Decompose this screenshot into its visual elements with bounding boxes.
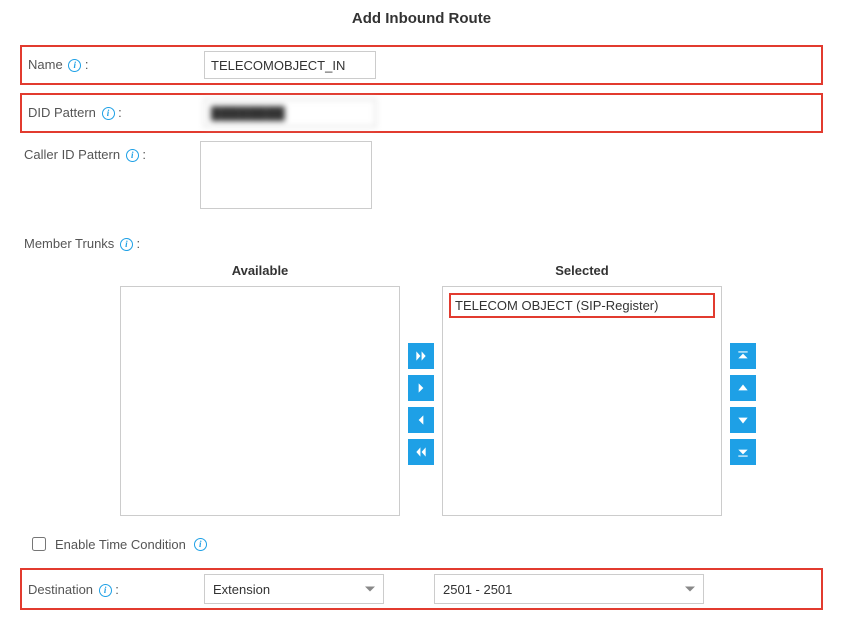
name-input[interactable] bbox=[204, 51, 376, 79]
move-top-button[interactable] bbox=[730, 343, 756, 369]
move-all-right-button[interactable] bbox=[408, 343, 434, 369]
info-icon[interactable] bbox=[99, 584, 112, 597]
time-condition-checkbox[interactable] bbox=[32, 537, 46, 551]
move-right-button[interactable] bbox=[408, 375, 434, 401]
destination-target-select[interactable]: 2501 - 2501 bbox=[434, 574, 704, 604]
selected-list[interactable]: TELECOM OBJECT (SIP-Register) bbox=[442, 286, 722, 516]
info-icon[interactable] bbox=[120, 238, 133, 251]
page-title: Add Inbound Route bbox=[20, 10, 823, 27]
move-left-button[interactable] bbox=[408, 407, 434, 433]
destination-row: Destination : Extension 2501 - 2501 bbox=[20, 568, 823, 610]
did-input[interactable] bbox=[204, 99, 376, 127]
time-condition-label: Enable Time Condition bbox=[55, 537, 186, 552]
trunks-label-row: Member Trunks : bbox=[20, 230, 823, 251]
move-up-button[interactable] bbox=[730, 375, 756, 401]
info-icon[interactable] bbox=[126, 149, 139, 162]
cid-row: Caller ID Pattern : bbox=[20, 141, 823, 212]
did-label: DID Pattern : bbox=[24, 99, 204, 120]
available-header: Available bbox=[232, 263, 289, 278]
name-row: Name : bbox=[20, 45, 823, 85]
cid-input[interactable] bbox=[200, 141, 372, 209]
time-condition-row: Enable Time Condition bbox=[28, 534, 823, 554]
dual-listbox: Available Selected TELECOM OBJECT (SIP-R… bbox=[120, 263, 823, 516]
info-icon[interactable] bbox=[68, 59, 81, 72]
info-icon[interactable] bbox=[194, 538, 207, 551]
cid-label: Caller ID Pattern : bbox=[20, 141, 200, 162]
did-row: DID Pattern : bbox=[20, 93, 823, 133]
list-item[interactable]: TELECOM OBJECT (SIP-Register) bbox=[449, 293, 715, 318]
available-list[interactable] bbox=[120, 286, 400, 516]
chevron-down-icon bbox=[365, 587, 375, 592]
trunks-label: Member Trunks : bbox=[20, 230, 140, 251]
destination-type-select[interactable]: Extension bbox=[204, 574, 384, 604]
destination-label: Destination : bbox=[24, 582, 204, 597]
chevron-down-icon bbox=[685, 587, 695, 592]
move-bottom-button[interactable] bbox=[730, 439, 756, 465]
info-icon[interactable] bbox=[102, 107, 115, 120]
selected-header: Selected bbox=[555, 263, 608, 278]
name-label: Name : bbox=[24, 51, 204, 72]
move-down-button[interactable] bbox=[730, 407, 756, 433]
move-all-left-button[interactable] bbox=[408, 439, 434, 465]
